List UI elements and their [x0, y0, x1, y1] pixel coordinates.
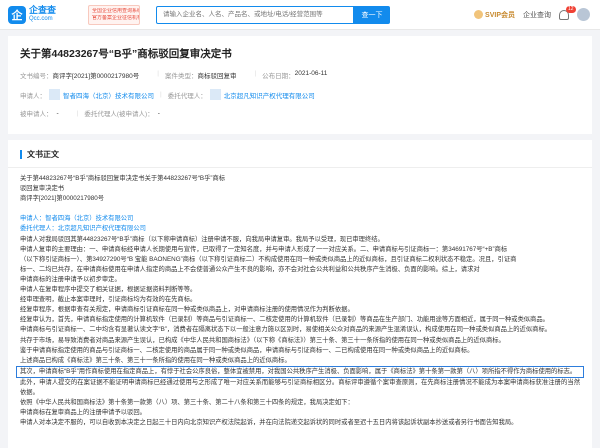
paragraph: 经复审程序，根据审查有关规定，申请商标引证商标在同一种或类似商品上，对申请商标注…: [20, 306, 354, 314]
paragraph: 商评字[2021]第0000217980号: [20, 195, 105, 203]
paragraph: 申请商标与引证商标一、二中均含有显著认读文字“B”，消费者在隔离状态下以一般注意…: [20, 326, 552, 334]
agent-link[interactable]: 北京超凡知识产权代理有限公司: [224, 90, 315, 100]
paragraph: 申请人对我局驳回其第44823267号“B乎”商标（以下称申请商标）注册申请不服…: [20, 235, 384, 243]
paragraph: 其次，申请商标“B乎”用作商标使用在指定商品上，有悖于社会公序良俗，整体宜被禁用…: [20, 367, 577, 375]
credential-badge: 全国企业信用查询系统 官方备案企业征信机构: [88, 4, 140, 25]
respondent-agent-value: -: [157, 109, 160, 117]
paragraph: 此外，申请人提交的在案证据不能证明申请商标已经通过使用与之形成了唯一对应关系而能…: [20, 378, 580, 396]
search-button[interactable]: 查一下: [354, 5, 390, 24]
search-input[interactable]: [156, 5, 354, 24]
meta-row-2: 申请人： 智者四海（北京）技术有限公司 | 委托代理人： 北京超凡知识产权代理有…: [20, 89, 315, 100]
company-logo-icon: [49, 89, 60, 100]
logo-mark: 企: [8, 5, 26, 24]
logo-domain: Qcc.com: [29, 15, 53, 22]
paragraph: 经复审认为，首先，申请商标指定使用的计算机软件（已录制）等商品与引证商标一、二核…: [20, 316, 549, 324]
paragraph: 关于第44823267号“B乎”商标驳回复审决定书关于第44823267号“B乎…: [20, 175, 226, 182]
notification-count: 12: [566, 5, 576, 13]
paragraph: 驳回复审决定书: [20, 185, 65, 193]
paragraph: 经审理查明，截止本案审理时，引证商标均为有效的在先商标。: [20, 296, 197, 304]
section-title: 文书正文: [20, 150, 580, 159]
top-bar: 企 企查查 Qcc.com 全国企业信用查询系统 官方备案企业征信机构 查一下 …: [0, 0, 600, 30]
highlighted-paragraph: 其次，申请商标“B乎”用作商标使用在指定商品上，有悖于社会公序良俗，整体宜被禁用…: [16, 365, 584, 378]
paragraph: 鉴于申请商标指定使用的商品与引证商标一、二核定使用的商品属于同一种或类似商品，申…: [20, 346, 474, 354]
document-text: 关于第44823267号“B乎”商标驳回复审决定书关于第44823267号“B乎…: [16, 174, 584, 428]
bell-icon[interactable]: 12: [559, 5, 576, 20]
paragraph: 共存于市场，易导致消费者对商品来源产生误认，已构成《中华人民共和国商标法》（以下…: [20, 336, 505, 344]
workspace-link[interactable]: 企业查询: [523, 10, 551, 20]
paragraph: 申请人复审的主要理由：一、申请商标经申请人长期使用与宣传，已取得了一定知名度，并…: [20, 245, 508, 253]
paragraph: 申请商标在复审商品上的注册申请予以驳回。: [20, 409, 146, 417]
paragraph: 申请人对本决定不服的，可以自收到本决定之日起三十日内向北京知识产权法院起诉，并在…: [20, 419, 518, 427]
respondent-value: -: [56, 109, 59, 117]
applicant-line[interactable]: 申请人：智者四海（北京）技术有限公司: [20, 214, 580, 224]
paragraph: （以下称引证商标一）、第34927290号“B 宝能 BAONENG”商标（以下…: [20, 255, 517, 263]
paragraph: 标一、二均已共存，在申请商标使用在申请人指定的商品上不会使普通公众产生不良的影响…: [20, 265, 480, 273]
paragraph: 申请人在复审程序中提交了相关证据，根据证据资料判断等等。: [20, 286, 197, 294]
case-type: 商标驳回复审: [197, 73, 237, 80]
meta-row-1: 文书编号： 商评字[2021]第0000217980号 | 案件类型： 商标驳回复审…: [20, 70, 328, 80]
paragraph: 上述商品已构成《商标法》第三十条、第三十一条所指的使用在同一种或类似商品上的近似…: [20, 356, 291, 364]
paragraph: 申请商标的注册申请予以初步审定。: [20, 275, 121, 283]
applicant-link[interactable]: 智者四海（北京）技术有限公司: [63, 90, 154, 100]
avatar[interactable]: [577, 8, 590, 21]
crown-icon: [474, 10, 484, 19]
site-logo[interactable]: 企 企查查 Qcc.com: [8, 4, 88, 24]
paragraph: [20, 204, 580, 214]
company-logo-icon: [209, 89, 221, 100]
svip-link[interactable]: SVIP会员: [474, 10, 515, 20]
page-title: 关于第44823267号“B乎”商标驳回复审决定书: [20, 48, 232, 60]
agent-line[interactable]: 委托代理人：北京超凡知识产权代理有限公司: [20, 224, 580, 234]
logo-name: 企查查: [29, 4, 57, 15]
meta-row-3: 被申请人： - | 委托代理人(被申请人)： -: [20, 109, 160, 119]
publish-date: 2021-06-11: [294, 70, 328, 77]
document-header: 关于第44823267号“B乎”商标驳回复审决定书 文书编号： 商评字[2021]…: [8, 36, 592, 134]
doc-number: 商评字[2021]第0000217980号: [52, 73, 140, 80]
document-body: 文书正文 关于第44823267号“B乎”商标驳回复审决定书关于第4482326…: [8, 140, 592, 448]
paragraph: 依照《中华人民共和国商标法》第十条第一款第（八）项、第三十条、第二十八条和第三十…: [20, 399, 354, 407]
